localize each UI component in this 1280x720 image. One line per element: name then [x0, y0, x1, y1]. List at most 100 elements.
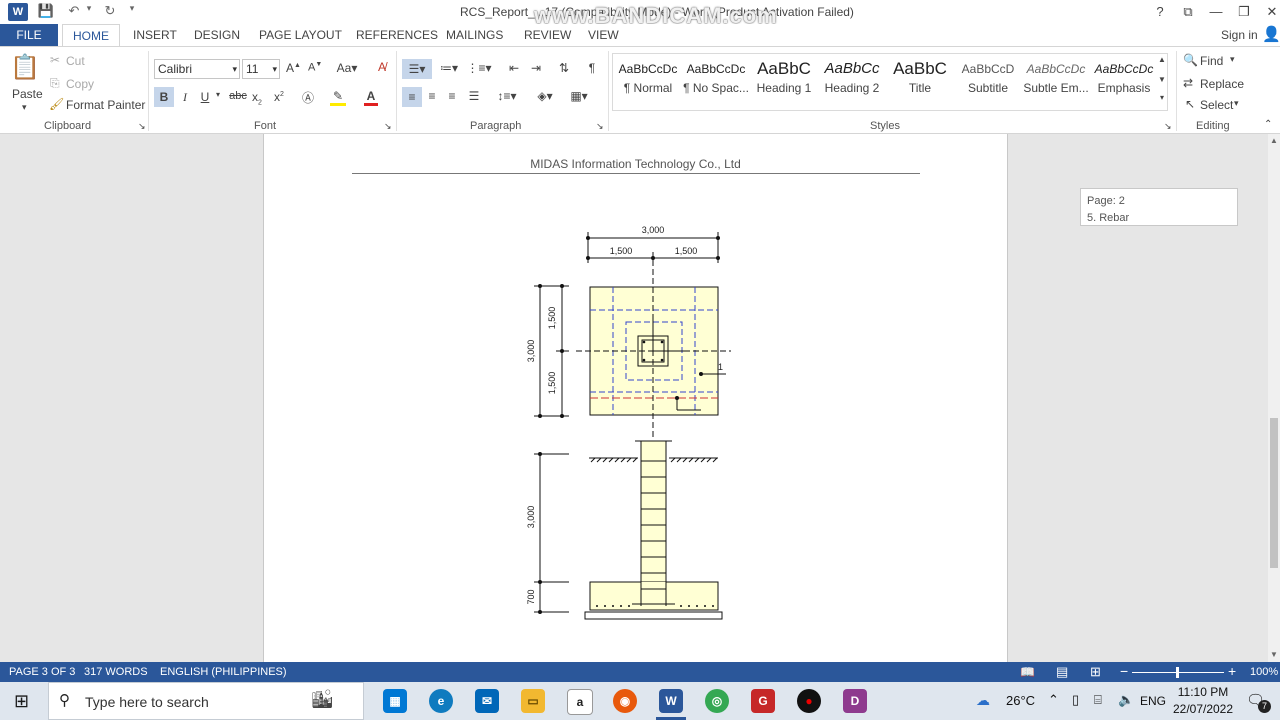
borders-icon[interactable]: ▦▾: [566, 89, 592, 103]
print-layout-icon[interactable]: ▤: [1056, 664, 1068, 680]
firefox-icon[interactable]: ◉: [613, 689, 637, 713]
tab-mailings[interactable]: MAILINGS: [446, 28, 503, 42]
line-spacing-icon[interactable]: ↕≡▾: [494, 89, 520, 103]
paste-icon[interactable]: 📋: [10, 53, 40, 83]
tab-home[interactable]: HOME: [62, 24, 120, 47]
styles-launcher-icon[interactable]: ↘: [1164, 121, 1172, 132]
style-normal[interactable]: AaBbCcDc ¶ Normal: [614, 57, 682, 109]
word-taskbar-icon[interactable]: W: [659, 689, 683, 713]
format-painter-button[interactable]: Format Painter: [66, 98, 145, 112]
clipboard-launcher-icon[interactable]: ↘: [138, 121, 146, 132]
volume-icon[interactable]: 🔈: [1118, 692, 1134, 708]
text-effects-icon[interactable]: Ⓐ: [300, 89, 316, 106]
tab-page-layout[interactable]: PAGE LAYOUT: [259, 28, 342, 42]
tab-file[interactable]: FILE: [0, 24, 58, 46]
shading-icon[interactable]: ◈▾: [532, 89, 558, 103]
collapse-ribbon-icon[interactable]: ⌃: [1264, 119, 1272, 130]
select-dropdown-icon[interactable]: ▾: [1234, 98, 1239, 109]
zoom-level[interactable]: 100%: [1250, 666, 1278, 678]
store-icon[interactable]: ▦: [383, 689, 407, 713]
tab-view[interactable]: VIEW: [588, 28, 619, 42]
save-icon[interactable]: 💾: [36, 3, 56, 21]
network-icon[interactable]: ⌸: [1094, 692, 1102, 708]
underline-dropdown-icon[interactable]: ▾: [214, 90, 222, 99]
minimize-icon[interactable]: —: [1202, 2, 1230, 22]
style-emphasis[interactable]: AaBbCcDc Emphasis: [1090, 57, 1158, 109]
paste-dropdown-icon[interactable]: ▾: [22, 102, 27, 113]
vertical-scrollbar[interactable]: ▲ ▼: [1268, 134, 1280, 662]
bullets-icon[interactable]: ☰▾: [402, 59, 432, 79]
midas-gen-icon[interactable]: G: [751, 689, 775, 713]
tray-expand-icon[interactable]: ⌃: [1048, 692, 1059, 708]
design-app-icon[interactable]: D: [843, 689, 867, 713]
style-heading-1[interactable]: AaBbC Heading 1: [750, 57, 818, 109]
clock-time[interactable]: 11:10 PM: [1176, 685, 1230, 699]
weather-icon[interactable]: ☁: [976, 692, 990, 709]
sort-icon[interactable]: ⇅: [556, 61, 572, 75]
close-icon[interactable]: ✕: [1258, 2, 1280, 22]
taskbar-search-box[interactable]: ⚲ Type here to search 🏙: [48, 682, 364, 720]
clock-date[interactable]: 22/07/2022: [1170, 702, 1236, 716]
increase-indent-icon[interactable]: ⇥: [528, 61, 544, 75]
zoom-slider-thumb[interactable]: [1176, 667, 1179, 678]
find-dropdown-icon[interactable]: ▾: [1230, 54, 1235, 65]
numbering-icon[interactable]: ≔▾: [436, 61, 462, 75]
tab-design[interactable]: DESIGN: [194, 28, 240, 42]
redo-icon[interactable]: ↻: [100, 3, 120, 21]
bold-icon[interactable]: B: [154, 87, 174, 107]
style-title[interactable]: AaBbC Title: [886, 57, 954, 109]
clear-formatting-icon[interactable]: A̸: [374, 60, 390, 74]
ribbon-display-icon[interactable]: ⧉: [1174, 2, 1202, 22]
style-heading-2[interactable]: AaBbCc Heading 2: [818, 57, 886, 109]
edge-icon[interactable]: e: [429, 689, 453, 713]
decrease-indent-icon[interactable]: ⇤: [506, 61, 522, 75]
web-layout-icon[interactable]: ⊞: [1090, 664, 1101, 680]
replace-button[interactable]: Replace: [1200, 77, 1244, 91]
help-button[interactable]: ?: [1146, 2, 1174, 22]
cut-button[interactable]: Cut: [66, 54, 85, 68]
style-subtle-emphasis[interactable]: AaBbCcDc Subtle Em...: [1022, 57, 1090, 109]
sign-in-link[interactable]: Sign in: [1221, 28, 1258, 42]
read-mode-icon[interactable]: 📖: [1020, 665, 1035, 679]
font-name-box[interactable]: Calibri ▾: [154, 59, 240, 79]
mail-icon[interactable]: ✉: [475, 689, 499, 713]
page-count-status[interactable]: PAGE 3 OF 3: [9, 666, 75, 678]
zoom-in-icon[interactable]: +: [1228, 663, 1236, 679]
align-left-icon[interactable]: ≡: [402, 87, 422, 107]
change-case-button[interactable]: Aa▾: [334, 61, 360, 75]
paragraph-launcher-icon[interactable]: ↘: [596, 121, 604, 132]
shrink-font-icon[interactable]: A▼: [308, 61, 322, 74]
font-color-icon[interactable]: A: [364, 89, 378, 106]
amazon-icon[interactable]: a: [567, 689, 593, 715]
battery-icon[interactable]: ▯: [1072, 692, 1079, 708]
styles-more-icon[interactable]: ▾: [1156, 93, 1168, 102]
file-explorer-icon[interactable]: ▭: [521, 689, 545, 713]
font-launcher-icon[interactable]: ↘: [384, 121, 392, 132]
record-icon[interactable]: ●: [797, 689, 821, 713]
undo-icon[interactable]: ↶: [64, 3, 84, 21]
highlight-icon[interactable]: ✎: [330, 89, 346, 106]
align-right-icon[interactable]: ≡: [444, 89, 460, 103]
italic-icon[interactable]: I: [178, 90, 192, 105]
windows-start-icon[interactable]: ⊞: [14, 691, 29, 712]
subscript-icon[interactable]: x2: [250, 90, 264, 106]
weather-temp[interactable]: 26°C: [1006, 693, 1035, 708]
scroll-down-icon[interactable]: ▼: [1270, 650, 1278, 659]
superscript-icon[interactable]: x2: [272, 90, 286, 104]
undo-dropdown-icon[interactable]: ▾: [84, 3, 94, 21]
word-count-status[interactable]: 317 WORDS: [84, 666, 148, 678]
grow-font-icon[interactable]: A▲: [286, 61, 301, 75]
find-button[interactable]: Find: [1200, 54, 1223, 68]
underline-icon[interactable]: U: [198, 90, 212, 104]
styles-scroll-down-icon[interactable]: ▼: [1156, 75, 1168, 84]
copy-button[interactable]: Copy: [66, 77, 94, 91]
customize-qat-icon[interactable]: ▾: [126, 3, 138, 21]
justify-icon[interactable]: ☰: [466, 89, 482, 103]
multilevel-list-icon[interactable]: ⋮≡▾: [466, 61, 492, 75]
show-formatting-icon[interactable]: ¶: [584, 61, 600, 75]
scrollbar-thumb[interactable]: [1270, 418, 1278, 568]
style-subtitle[interactable]: AaBbCcD Subtitle: [954, 57, 1022, 109]
language-status[interactable]: ENGLISH (PHILIPPINES): [160, 666, 287, 678]
tab-insert[interactable]: INSERT: [133, 28, 177, 42]
zoom-out-icon[interactable]: −: [1120, 663, 1128, 679]
